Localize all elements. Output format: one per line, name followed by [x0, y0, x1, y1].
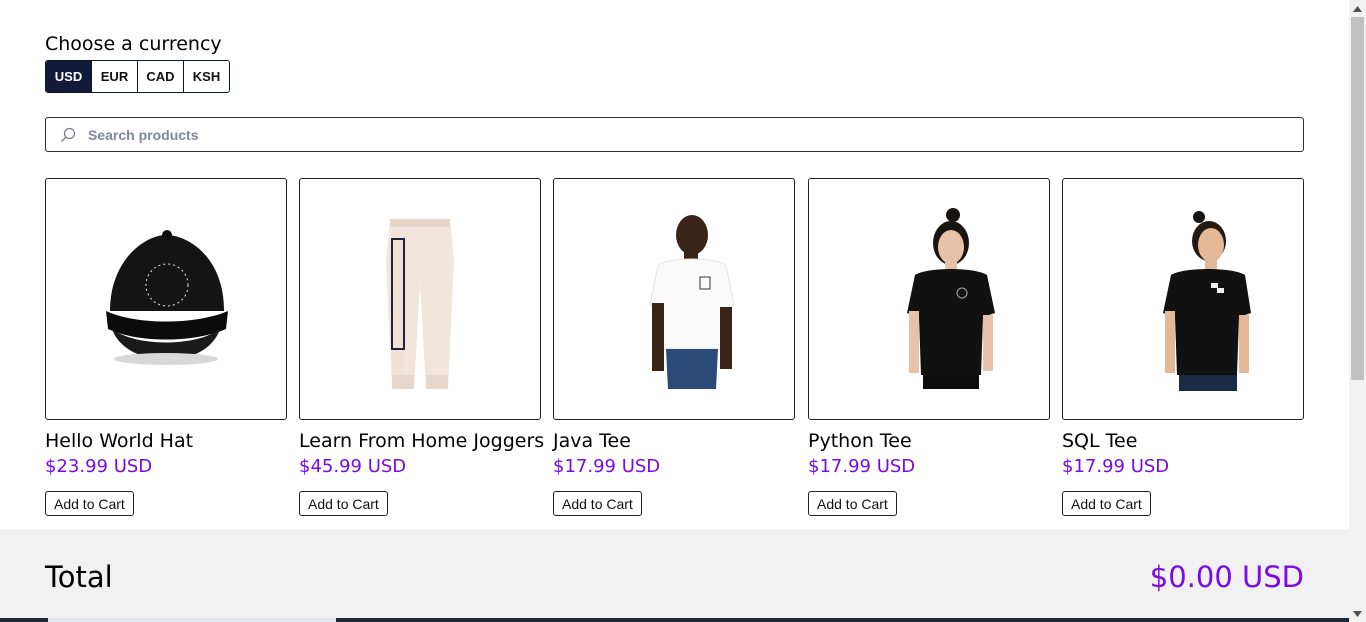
product-image-black-tee-woman[interactable] [808, 178, 1050, 420]
taskbar-strip [0, 618, 1349, 622]
currency-usd-button[interactable]: USD [46, 61, 92, 92]
currency-selector: USD EUR CAD KSH [45, 60, 230, 93]
currency-cad-button[interactable]: CAD [138, 61, 184, 92]
total-label: Total [45, 560, 113, 594]
product-price: $23.99 USD [45, 456, 153, 477]
product-price: $17.99 USD [553, 456, 661, 477]
product-name: Hello World Hat [45, 430, 194, 452]
scrollbar-thumb[interactable] [1351, 17, 1364, 380]
product-image-joggers[interactable] [299, 178, 541, 420]
product-image-black-tee-man[interactable] [1062, 178, 1304, 420]
product-price: $17.99 USD [808, 456, 916, 477]
add-to-cart-button[interactable]: Add to Cart [45, 491, 134, 516]
add-to-cart-button[interactable]: Add to Cart [553, 491, 642, 516]
currency-heading: Choose a currency [45, 33, 222, 55]
product-card-python-tee: Python Tee $17.99 USD Add to Cart [808, 178, 1050, 516]
add-to-cart-button[interactable]: Add to Cart [1062, 491, 1151, 516]
search-bar[interactable] [45, 117, 1304, 152]
product-card-learn-from-home-joggers: Learn From Home Joggers $45.99 USD Add t… [299, 178, 545, 516]
product-image-cap[interactable] [45, 178, 287, 420]
add-to-cart-button[interactable]: Add to Cart [299, 491, 388, 516]
total-value: $0.00 USD [1149, 560, 1304, 594]
currency-ksh-button[interactable]: KSH [184, 61, 229, 92]
product-price: $45.99 USD [299, 456, 407, 477]
vertical-scrollbar[interactable] [1349, 0, 1366, 622]
scroll-down-arrow-icon[interactable] [1349, 605, 1366, 622]
taskbar-active-segment [48, 618, 336, 622]
product-image-white-tee[interactable] [553, 178, 795, 420]
product-name: Java Tee [553, 430, 631, 452]
product-name: SQL Tee [1062, 430, 1138, 452]
add-to-cart-button[interactable]: Add to Cart [808, 491, 897, 516]
search-input[interactable] [88, 126, 1238, 143]
product-card-java-tee: Java Tee $17.99 USD Add to Cart [553, 178, 795, 516]
product-name: Learn From Home Joggers [299, 430, 545, 452]
cart-total-bar: Total $0.00 USD [0, 529, 1349, 622]
product-card-sql-tee: SQL Tee $17.99 USD Add to Cart [1062, 178, 1304, 516]
scroll-up-arrow-icon[interactable] [1349, 0, 1366, 17]
currency-eur-button[interactable]: EUR [92, 61, 138, 92]
product-card-hello-world-hat: Hello World Hat $23.99 USD Add to Cart [45, 178, 287, 516]
product-name: Python Tee [808, 430, 912, 452]
store-page: Choose a currency USD EUR CAD KSH Search… [0, 0, 1349, 622]
product-price: $17.99 USD [1062, 456, 1170, 477]
search-icon [60, 126, 78, 144]
